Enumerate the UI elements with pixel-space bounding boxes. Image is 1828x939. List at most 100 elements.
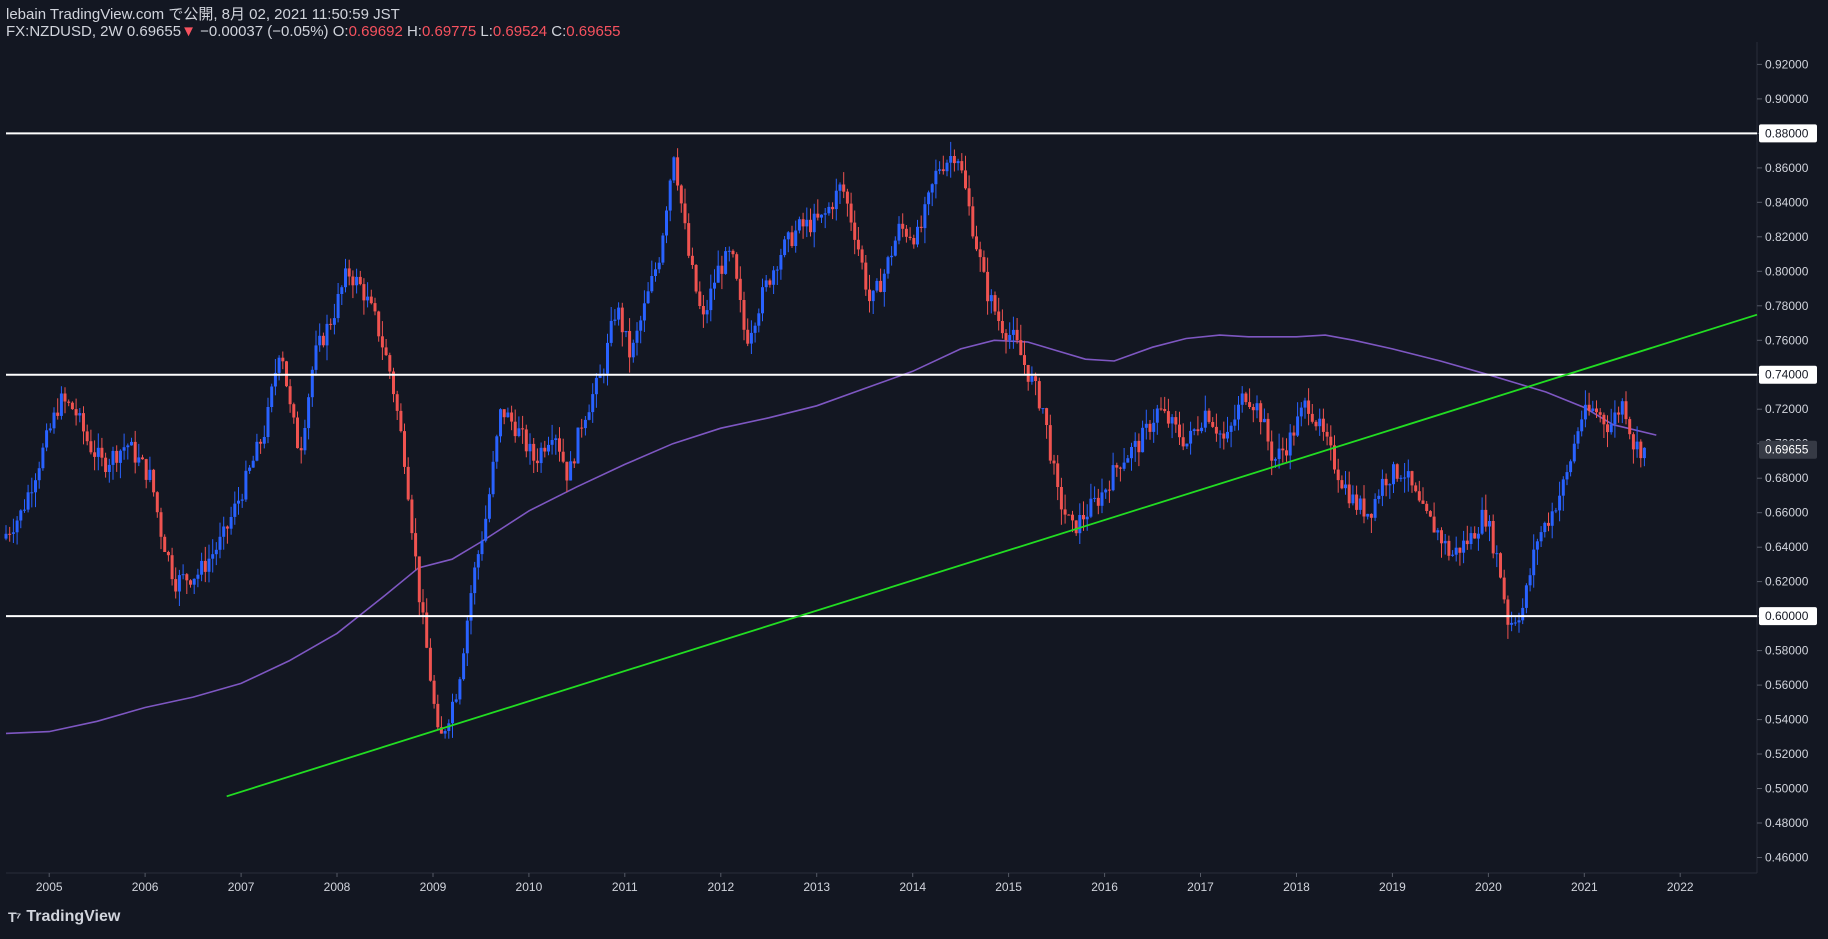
- trendline[interactable]: [226, 313, 1758, 798]
- candle-body: [1011, 329, 1015, 335]
- time-tick-label: 2006: [132, 880, 159, 894]
- candle-body: [1380, 478, 1384, 496]
- candle-body: [1620, 401, 1624, 415]
- candle-body: [1244, 393, 1248, 403]
- time-axis[interactable]: 2005 2006 2007 2008 2009 2010 2011 2012 2013 2014…: [36, 873, 1694, 894]
- candle-body: [1200, 427, 1204, 432]
- candle-body: [1447, 540, 1451, 556]
- candle-body: [321, 335, 325, 346]
- candle-body: [639, 320, 643, 331]
- candle-body: [1314, 421, 1318, 427]
- candle-body: [1347, 484, 1351, 504]
- candle-body: [583, 419, 587, 429]
- candle-body: [1262, 418, 1266, 423]
- time-tick-label: 2014: [899, 880, 926, 894]
- candle-body: [1185, 443, 1189, 447]
- candle-body: [93, 452, 97, 457]
- tradingview-logo-icon: T⁷: [8, 909, 21, 925]
- candle-body: [159, 512, 163, 537]
- candle-body: [23, 509, 26, 511]
- candle-body: [1148, 423, 1152, 432]
- candle-body: [1192, 429, 1196, 431]
- candle-body: [1052, 460, 1056, 464]
- candle-body: [443, 731, 447, 734]
- candle-body: [45, 430, 49, 448]
- candle-body: [561, 451, 565, 462]
- candle-body: [144, 459, 148, 480]
- candle-body: [975, 236, 978, 250]
- candle-body: [665, 210, 668, 236]
- candle-body: [15, 520, 19, 533]
- candle-body: [1462, 540, 1466, 553]
- candle-body: [89, 441, 93, 453]
- candle-body: [1465, 540, 1469, 545]
- candle-body: [1543, 522, 1547, 533]
- candle-body: [679, 185, 683, 204]
- candle-body: [882, 273, 886, 292]
- candle-body: [1550, 511, 1554, 526]
- price-tick-label: 0.52000: [1765, 747, 1809, 761]
- candle-body: [1071, 514, 1074, 521]
- candle-body: [1122, 462, 1126, 469]
- candle-body: [827, 206, 831, 214]
- candle-body: [1285, 450, 1288, 456]
- price-tick-label: 0.92000: [1765, 57, 1809, 71]
- candle-body: [1288, 432, 1292, 456]
- candle-body: [901, 223, 905, 229]
- tradingview-logo[interactable]: T⁷ TradingView: [8, 908, 120, 926]
- candle-body: [318, 335, 322, 346]
- price-tick-label: 0.68000: [1765, 471, 1809, 485]
- candle-body: [307, 397, 311, 429]
- candle-body: [687, 223, 691, 256]
- candle-body: [141, 457, 144, 460]
- candle-body: [251, 460, 255, 468]
- candle-body: [535, 460, 539, 464]
- candle-body: [1524, 585, 1528, 608]
- candle-body: [1310, 413, 1314, 422]
- candle-body: [657, 262, 661, 270]
- candle-body: [1399, 477, 1403, 479]
- price-axis[interactable]: 0.46000 0.48000 0.50000 0.52000 0.54000 0.560…: [1757, 57, 1817, 865]
- candle-body: [329, 323, 333, 325]
- candle-body: [373, 303, 377, 312]
- candle-body: [1609, 424, 1613, 433]
- candle-body: [1602, 414, 1606, 425]
- low-value: 0.69524: [492, 23, 548, 40]
- time-tick-label: 2010: [516, 880, 543, 894]
- candle-body: [1240, 393, 1244, 405]
- price-chart[interactable]: 0.46000 0.48000 0.50000 0.52000 0.54000 0.560…: [0, 0, 1828, 939]
- candle-body: [1118, 467, 1122, 469]
- candle-body: [1159, 408, 1163, 410]
- candle-body: [181, 574, 185, 576]
- candle-body: [1229, 425, 1233, 432]
- candle-body: [48, 428, 52, 431]
- candle-body: [1539, 532, 1543, 542]
- time-tick-label: 2009: [420, 880, 447, 894]
- candle-body: [1174, 417, 1178, 425]
- candle-body: [949, 156, 953, 163]
- candle-body: [1270, 441, 1274, 461]
- candle-body: [325, 323, 329, 346]
- last-price: 0.69655: [126, 23, 182, 40]
- candle-body: [1303, 400, 1307, 408]
- candle-body: [1624, 401, 1628, 420]
- candle-body: [1491, 521, 1495, 554]
- price-tick-label: 0.50000: [1765, 782, 1809, 796]
- candle-body: [406, 466, 410, 500]
- candle-body: [130, 441, 133, 446]
- price-tick-label: 0.78000: [1765, 299, 1809, 313]
- candle-body: [890, 255, 894, 258]
- close-value: 0.69655: [566, 23, 621, 40]
- candle-body: [299, 448, 303, 451]
- candle-body: [539, 447, 543, 464]
- candle-body: [1211, 422, 1215, 427]
- candle-body: [1598, 412, 1602, 415]
- candle-body: [340, 287, 344, 294]
- candle-body: [19, 510, 23, 521]
- candle-body: [1019, 340, 1023, 356]
- candle-body: [812, 213, 816, 233]
- time-tick-label: 2020: [1475, 880, 1502, 894]
- candle-body: [1369, 513, 1373, 518]
- candle-body: [473, 567, 477, 594]
- candle-body: [517, 428, 521, 436]
